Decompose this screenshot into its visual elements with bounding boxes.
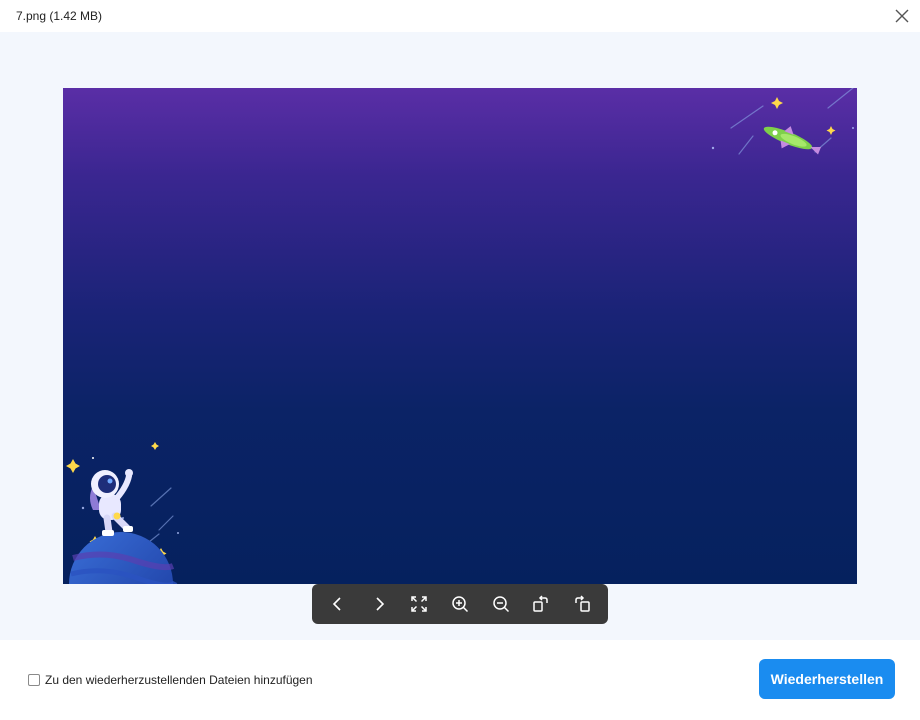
image-toolbar xyxy=(312,584,608,624)
previous-button[interactable] xyxy=(320,588,356,620)
footer-bar: Zu den wiederherzustellenden Dateien hin… xyxy=(0,640,920,720)
checkbox-box[interactable] xyxy=(28,674,40,686)
rotate-right-icon xyxy=(533,595,549,612)
close-button[interactable] xyxy=(890,4,914,28)
preview-image xyxy=(63,88,857,584)
restore-button[interactable]: Wiederherstellen xyxy=(759,659,895,699)
title-bar: 7.png (1.42 MB) xyxy=(0,0,920,32)
zoom-out-button[interactable] xyxy=(483,588,519,620)
close-icon xyxy=(895,9,909,23)
rotate-right-button[interactable] xyxy=(523,588,559,620)
fit-to-screen-button[interactable] xyxy=(401,588,437,620)
next-button[interactable] xyxy=(361,588,397,620)
rotate-left-button[interactable] xyxy=(564,588,600,620)
zoom-in-icon xyxy=(452,596,468,613)
add-to-recovery-checkbox[interactable]: Zu den wiederherzustellenden Dateien hin… xyxy=(28,673,313,687)
window-title: 7.png (1.42 MB) xyxy=(16,9,103,23)
zoom-out-icon xyxy=(492,596,509,613)
fullscreen-icon xyxy=(411,596,428,612)
checkbox-label: Zu den wiederherzustellenden Dateien hin… xyxy=(45,673,313,687)
zoom-in-button[interactable] xyxy=(442,588,478,620)
chevron-left-icon xyxy=(332,597,341,611)
rotate-left-icon xyxy=(575,595,590,612)
chevron-right-icon xyxy=(376,597,384,611)
image-viewer xyxy=(0,32,920,640)
